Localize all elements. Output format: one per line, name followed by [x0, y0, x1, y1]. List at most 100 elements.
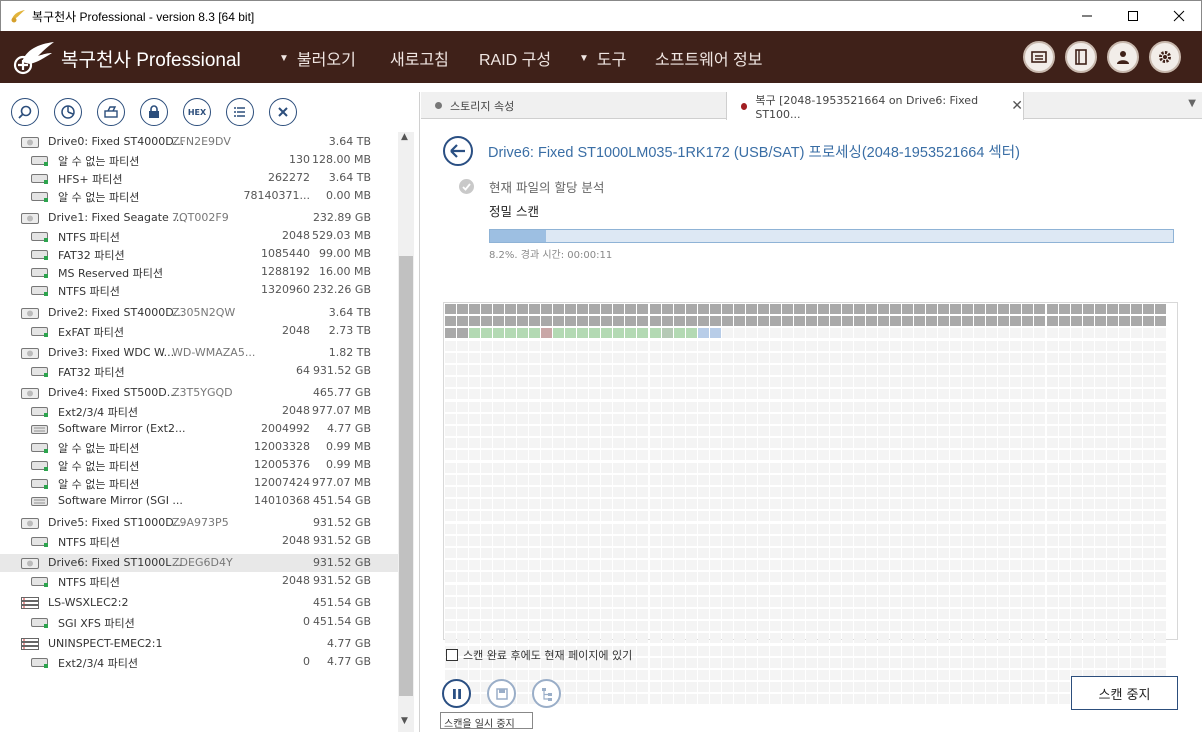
tree-item-drive[interactable]: Drive3: Fixed WDC W... WD-WMAZA5... 1.82 T…	[0, 344, 398, 362]
scan-map-cell	[1070, 304, 1082, 314]
tree-item-partition[interactable]: Ext2/3/4 파티션 0 4.77 GB	[0, 653, 398, 671]
tree-item-partition[interactable]: FAT32 파티션 64 931.52 GB	[0, 362, 398, 380]
search-button[interactable]	[11, 98, 39, 126]
menu-load[interactable]: ▼ 불러오기	[279, 46, 356, 70]
tree-item-partition[interactable]: HFS+ 파티션 262272 3.64 TB	[0, 169, 398, 187]
lock-button[interactable]	[140, 98, 168, 126]
scan-map-cell	[589, 670, 601, 680]
scan-map-cell	[829, 413, 841, 424]
close-button[interactable]	[269, 98, 297, 126]
scroll-up-icon[interactable]: ▲	[401, 132, 408, 142]
scan-map-cell	[1118, 645, 1130, 656]
tree-item-drive[interactable]: Drive6: Fixed ST1000L... ZDEG6D4Y 931.52 G…	[0, 554, 398, 572]
scan-map-cell	[601, 633, 613, 644]
scan-map-cell	[878, 328, 890, 339]
list-button[interactable]	[226, 98, 254, 126]
scroll-down-icon[interactable]: ▼	[401, 716, 408, 726]
user-button[interactable]	[1107, 41, 1139, 73]
scroll-thumb[interactable]	[399, 256, 413, 696]
tree-item-drive[interactable]: Drive0: Fixed ST4000D... ZFN2E9DV 3.64 TB	[0, 133, 398, 151]
scan-map-cell	[1034, 426, 1046, 436]
scan-map-cell	[685, 352, 697, 363]
tree-item-partition[interactable]: Software Mirror (SGI ... 14010368 451.54 G…	[0, 492, 398, 510]
tree-item-partition[interactable]: 알 수 없는 파티션 78140371... 0.00 MB	[0, 187, 398, 205]
tree-item-partition[interactable]: NTFS 파티션 2048 931.52 GB	[0, 572, 398, 590]
menu-about[interactable]: 소프트웨어 정보	[655, 46, 763, 70]
tree-item-partition[interactable]: ExFAT 파티션 2048 2.73 TB	[0, 322, 398, 340]
tree-view-button[interactable]	[532, 679, 561, 708]
save-button[interactable]	[487, 679, 516, 708]
menu-refresh[interactable]: 새로고침	[390, 46, 449, 70]
tree-item-partition[interactable]: Ext2/3/4 파티션 2048 977.07 MB	[0, 402, 398, 420]
scan-map-cell	[1046, 694, 1058, 705]
scan-map-cell	[854, 499, 866, 510]
tree-item-drive[interactable]: LS-WSXLEC2:2 451.54 GB	[0, 594, 398, 612]
scan-map-cell	[1082, 352, 1094, 363]
maximize-button[interactable]	[1110, 1, 1156, 31]
scan-map-cell	[1154, 413, 1166, 424]
close-tab-icon[interactable]: ✕	[1011, 98, 1023, 114]
scan-map-cell	[613, 438, 625, 449]
hex-button[interactable]: HEX	[183, 98, 211, 126]
tree-item-partition[interactable]: NTFS 파티션 2048 931.52 GB	[0, 532, 398, 550]
tree-item-partition[interactable]: 알 수 없는 파티션 130 128.00 MB	[0, 151, 398, 169]
scan-map-cell	[878, 511, 890, 522]
menu-raid[interactable]: RAID 구성	[479, 46, 551, 70]
stay-on-page-checkbox[interactable]	[446, 649, 458, 661]
panel-button[interactable]	[1065, 41, 1097, 73]
pause-button[interactable]	[442, 679, 471, 708]
scan-map-cell	[1082, 633, 1094, 644]
tree-item-partition[interactable]: MS Reserved 파티션 1288192 16.00 MB	[0, 263, 398, 281]
back-button[interactable]	[443, 136, 473, 166]
scan-map-cell	[986, 438, 998, 449]
scan-map-cell	[1130, 523, 1142, 534]
scan-map-cell	[841, 389, 853, 400]
scan-map-cell	[601, 401, 613, 412]
scan-map-cell	[661, 657, 673, 668]
tree-item-partition[interactable]: Software Mirror (Ext2... 2004992 4.77 GB	[0, 420, 398, 438]
close-window-button[interactable]	[1156, 1, 1202, 31]
scan-map-cell	[866, 621, 878, 632]
tree-item-drive[interactable]: Drive4: Fixed ST500D... Z3T5YGQD 465.77 GB	[0, 384, 398, 402]
scan-map-cell	[517, 474, 529, 485]
scan-map-cell	[1034, 450, 1046, 461]
tree-item-partition[interactable]: 알 수 없는 파티션 12007424 977.07 MB	[0, 474, 398, 492]
tab-storage-properties[interactable]: 스토리지 속성	[421, 92, 726, 119]
scan-map-cell	[1082, 474, 1094, 485]
scan-map-cell	[1070, 535, 1082, 546]
stop-scan-button[interactable]: 스캔 중지	[1071, 676, 1178, 710]
scan-map-cell	[457, 548, 469, 558]
user-icon	[1117, 51, 1129, 64]
scan-map-cell	[1094, 401, 1106, 412]
scan-map-cell	[914, 596, 926, 607]
tree-item-drive[interactable]: UNINSPECT-EMEC2:1 4.77 GB	[0, 635, 398, 653]
scan-map-cell	[625, 584, 637, 595]
tree-item-partition[interactable]: NTFS 파티션 2048 529.03 MB	[0, 227, 398, 245]
tree-item-drive[interactable]: Drive5: Fixed ST1000D... Z9A973P5 931.52 G…	[0, 514, 398, 532]
settings-button[interactable]	[1149, 41, 1181, 73]
scan-map-cell	[709, 438, 721, 449]
minimize-button[interactable]	[1064, 1, 1110, 31]
scan-map-cell	[721, 560, 733, 571]
menu-tools[interactable]: ▼ 도구	[579, 46, 626, 70]
messages-button[interactable]	[1023, 41, 1055, 73]
tree-item-drive[interactable]: Drive1: Fixed Seagate ... 7QT002F9 232.89 …	[0, 209, 398, 227]
open-drive-button[interactable]	[97, 98, 125, 126]
scan-map-cell	[1082, 572, 1094, 583]
tab-recovery[interactable]: 복구 [2048-1953521664 on Drive6: Fixed ST1…	[726, 92, 1024, 121]
tree-item-partition[interactable]: SGI XFS 파티션 0 451.54 GB	[0, 613, 398, 631]
scan-map-cell	[998, 316, 1010, 327]
tree-item-partition[interactable]: FAT32 파티션 1085440 99.00 MB	[0, 245, 398, 263]
scan-map-cell	[998, 487, 1010, 497]
tree-scrollbar[interactable]: ▲ ▼	[398, 132, 414, 732]
tree-item-partition[interactable]: 알 수 없는 파티션 12005376 0.99 MB	[0, 456, 398, 474]
tree-item-drive[interactable]: Drive2: Fixed ST4000D... Z305N2QW 3.64 TB	[0, 304, 398, 322]
scan-map-cell	[733, 450, 745, 461]
tree-item-partition[interactable]: NTFS 파티션 1320960 232.26 GB	[0, 281, 398, 299]
tab-menu-icon[interactable]: ▼	[1188, 98, 1196, 109]
tree-item-partition[interactable]: 알 수 없는 파티션 12003328 0.99 MB	[0, 438, 398, 456]
scan-map-cell	[986, 389, 998, 400]
scan-button[interactable]	[54, 98, 82, 126]
scan-map-cell	[481, 389, 493, 400]
scan-map-cell	[637, 450, 649, 461]
